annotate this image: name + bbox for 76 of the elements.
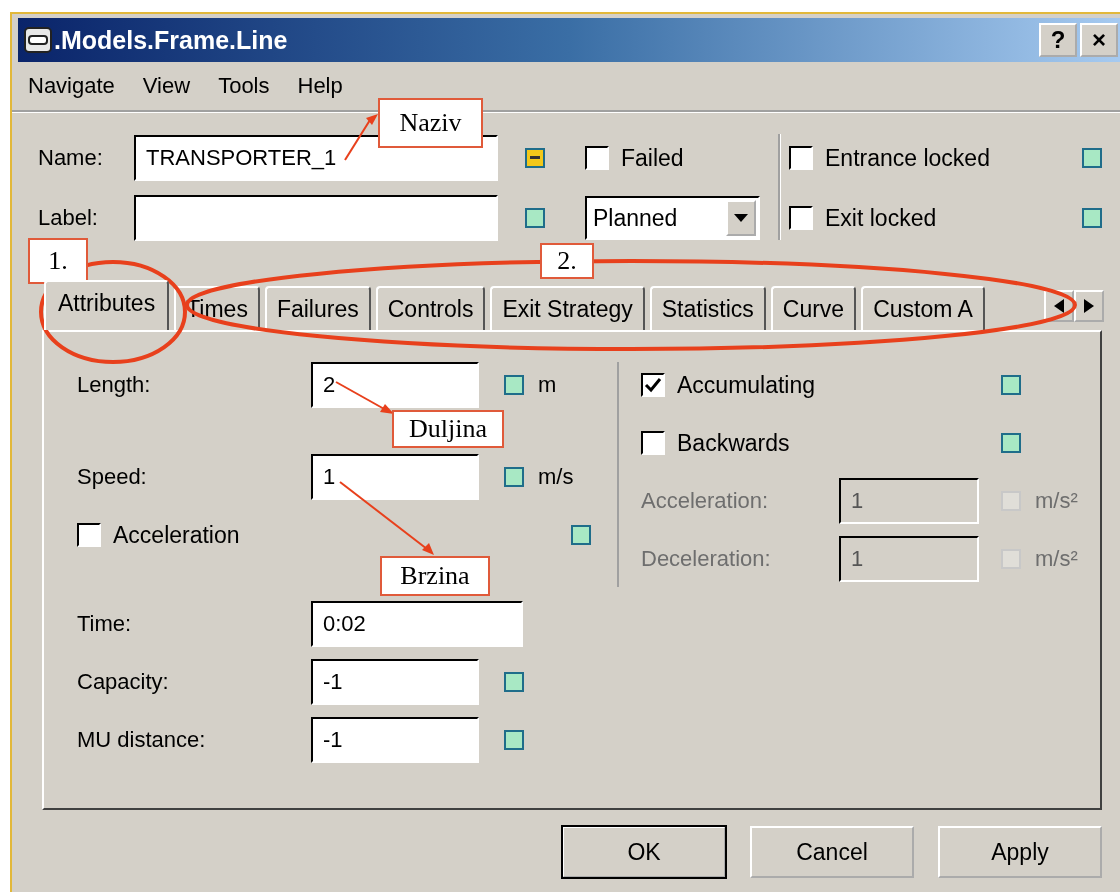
field-label: Label: (38, 205, 99, 231)
field-label: Capacity: (77, 669, 170, 695)
field-label: Speed: (77, 464, 148, 490)
checkbox-label: Accumulating (677, 371, 817, 399)
annotation-label: Brzina (380, 556, 490, 596)
help-button[interactable]: ? (1039, 23, 1077, 57)
field-label: Acceleration: (641, 488, 770, 514)
status-indicator[interactable] (525, 148, 545, 168)
label-field[interactable] (134, 195, 498, 241)
annotation-arrow (344, 114, 378, 161)
menu-item[interactable]: Tools (218, 73, 270, 99)
annotation-label: Naziv (378, 98, 483, 148)
dialog-button[interactable]: Cancel (750, 826, 914, 878)
checkbox-label: Acceleration (113, 521, 240, 549)
field-label: Length: (77, 372, 152, 398)
status-indicator[interactable] (504, 672, 524, 692)
dialog-button[interactable]: OK (562, 826, 726, 878)
tab[interactable]: Statistics (649, 286, 766, 330)
right-triangle-icon (1084, 299, 1094, 313)
menu-item[interactable]: Help (297, 73, 343, 99)
dropdown[interactable]: Planned (585, 196, 760, 240)
app-icon (24, 27, 52, 53)
dialog-button[interactable]: Apply (938, 826, 1102, 878)
checkbox[interactable] (789, 206, 813, 230)
field-label: Deceleration: (641, 546, 772, 572)
menu-item[interactable]: Navigate (28, 73, 115, 99)
status-indicator (1001, 491, 1021, 511)
input-field[interactable]: 1 (311, 454, 479, 500)
field-label: MU distance: (77, 727, 207, 753)
unit-label: m/s (538, 464, 574, 490)
status-indicator[interactable] (1001, 375, 1021, 395)
left-triangle-icon (1054, 299, 1064, 313)
checkbox-label: Entrance locked (825, 144, 991, 172)
annotation-arrow (335, 381, 394, 414)
window-title: .Models.Frame.Line (54, 25, 289, 55)
checkbox-label: Exit locked (825, 204, 938, 232)
tab[interactable]: Custom A (861, 286, 985, 330)
tab[interactable]: Attributes (44, 280, 170, 330)
caret-icon (734, 214, 748, 222)
checkbox-label: Backwards (677, 429, 791, 457)
input-field[interactable]: -1 (311, 659, 479, 705)
annotation-label: Duljina (392, 410, 504, 448)
input-field[interactable]: 2 (311, 362, 479, 408)
status-indicator[interactable] (504, 467, 524, 487)
checkbox[interactable] (585, 146, 609, 170)
tab[interactable]: Exit Strategy (490, 286, 645, 330)
checkmark-icon (643, 375, 663, 395)
field-label: Time: (77, 611, 133, 637)
input-field[interactable]: -1 (311, 717, 479, 763)
field-label: Name: (38, 145, 104, 171)
unit-label: m (538, 372, 557, 398)
scroll-right-button[interactable] (1074, 290, 1104, 322)
status-indicator[interactable] (1082, 148, 1102, 168)
close-button[interactable]: × (1080, 23, 1118, 57)
checkbox[interactable] (641, 373, 665, 397)
status-indicator[interactable] (1082, 208, 1102, 228)
status-indicator[interactable] (525, 208, 545, 228)
tab[interactable]: Failures (264, 286, 371, 330)
checkbox[interactable] (789, 146, 813, 170)
name-field[interactable]: TRANSPORTER_1 (134, 135, 498, 181)
tab[interactable]: Curve (770, 286, 857, 330)
checkbox[interactable] (77, 523, 101, 547)
status-indicator[interactable] (1001, 433, 1021, 453)
tab[interactable]: Controls (375, 286, 486, 330)
unit-label: m/s² (1035, 488, 1078, 514)
annotation-label: 1. (28, 238, 88, 284)
menu-item[interactable]: View (142, 73, 191, 99)
annotation-label: 2. (540, 243, 594, 279)
checkbox-label: Failed (621, 144, 684, 172)
input-field[interactable]: 0:02 (311, 601, 523, 647)
checkbox[interactable] (641, 431, 665, 455)
status-indicator (1001, 549, 1021, 569)
unit-label: m/s² (1035, 546, 1078, 572)
status-indicator[interactable] (571, 525, 591, 545)
status-indicator[interactable] (504, 375, 524, 395)
status-indicator[interactable] (504, 730, 524, 750)
